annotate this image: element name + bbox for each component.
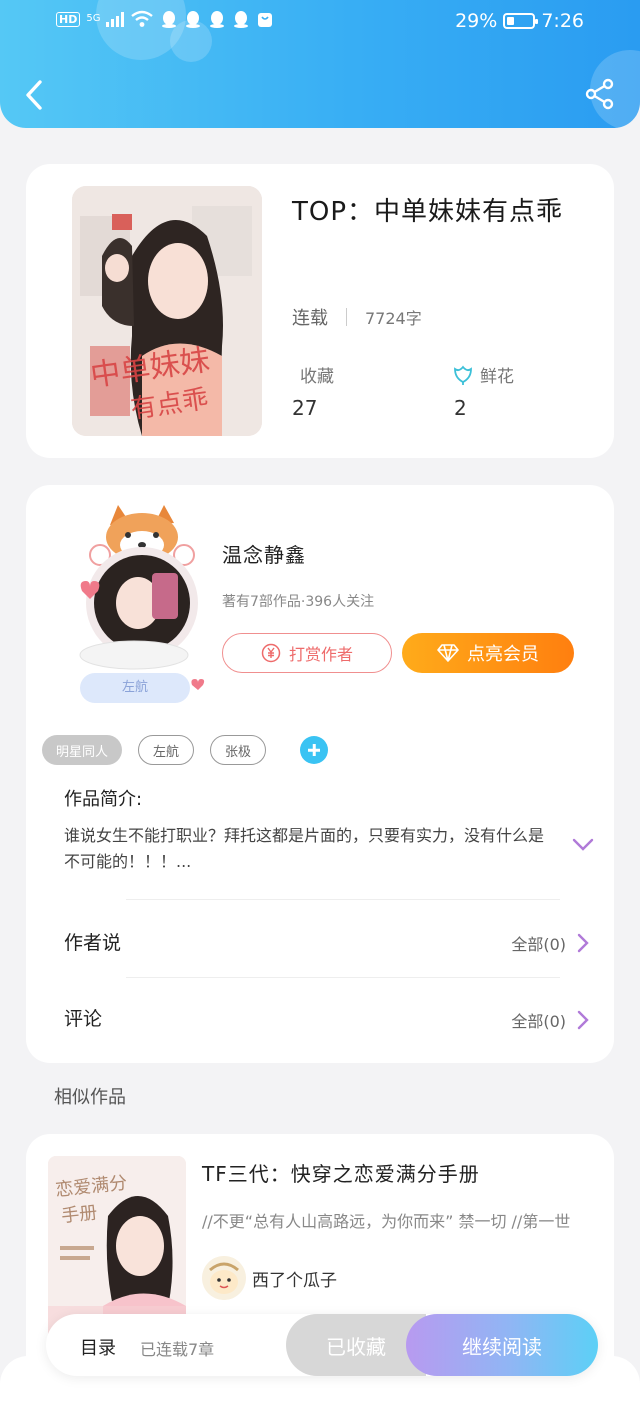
continue-reading-button[interactable]: 继续阅读 bbox=[406, 1314, 598, 1376]
battery-icon bbox=[503, 13, 539, 29]
similar-author-name: 西了个瓜子 bbox=[252, 1270, 337, 1291]
qq-icon bbox=[162, 11, 177, 28]
tip-author-label: 打赏作者 bbox=[288, 645, 353, 664]
qq-icon bbox=[186, 11, 201, 28]
toc-button[interactable]: 目录 bbox=[80, 1334, 116, 1360]
author-says-all[interactable]: 全部(0) bbox=[511, 931, 590, 955]
book-title: TOP：中单妹妹有点乖 bbox=[292, 197, 564, 227]
similar-description: //不更“总有人山高路远，为你而来” 禁一切 //第一世 bbox=[202, 1212, 571, 1231]
chapter-count: 已连载7章 bbox=[140, 1340, 215, 1359]
author-says-label: 作者说 bbox=[64, 932, 122, 954]
svg-text:手册: 手册 bbox=[60, 1202, 98, 1227]
flowers-label: 鲜花 bbox=[480, 367, 514, 387]
clock: 7:26 bbox=[541, 10, 584, 32]
similar-works-heading: 相似作品 bbox=[54, 1087, 126, 1108]
share-button[interactable] bbox=[584, 78, 616, 110]
back-button[interactable] bbox=[22, 78, 48, 112]
avatar-badge-name: 左航 bbox=[121, 680, 148, 695]
qq-icon bbox=[234, 11, 249, 28]
author-says-count: 全部(0) bbox=[511, 935, 566, 954]
book-info-card: 中单妹妹 有点乖 TOP：中单妹妹有点乖 连载 7724字 收藏 27 鲜花 2 bbox=[26, 164, 614, 458]
word-count: 7724字 bbox=[365, 309, 422, 328]
similar-title: TF三代：快穿之恋爱满分手册 bbox=[202, 1162, 480, 1186]
qq-icon bbox=[210, 11, 225, 28]
chevron-right-icon bbox=[577, 933, 589, 953]
book-meta: 连载 7724字 bbox=[292, 304, 422, 330]
wifi-icon bbox=[131, 10, 154, 27]
vip-label: 点亮会员 bbox=[467, 644, 539, 665]
add-tag-button[interactable] bbox=[300, 736, 329, 764]
book-cover[interactable]: 中单妹妹 有点乖 bbox=[72, 186, 262, 436]
author-name[interactable]: 温念静鑫 bbox=[222, 539, 306, 568]
divider bbox=[126, 899, 560, 900]
chevron-right-icon bbox=[577, 1010, 589, 1030]
diamond-icon bbox=[437, 644, 459, 662]
hd-indicator: HD bbox=[56, 11, 81, 27]
top-header: HD 5G 29% 7:26 bbox=[0, 0, 640, 128]
comments-count: 全部(0) bbox=[511, 1012, 566, 1031]
tag-item[interactable]: 左航 bbox=[138, 735, 195, 765]
author-card: 左航 温念静鑫 著有7部作品·396人关注 打赏作者 点亮会员 明星同人 左航 … bbox=[26, 485, 614, 1063]
tag-item[interactable]: 张极 bbox=[210, 735, 267, 765]
yuan-coin-icon bbox=[261, 643, 281, 663]
favorited-button[interactable]: 已收藏 bbox=[286, 1314, 426, 1376]
expand-chevron-icon[interactable] bbox=[571, 837, 595, 853]
similar-author-avatar bbox=[202, 1256, 246, 1300]
network-label: 5G bbox=[86, 13, 101, 24]
serial-status: 连载 bbox=[292, 308, 328, 329]
tip-author-button[interactable]: 打赏作者 bbox=[222, 633, 392, 673]
bottom-action-bar: 目录 已连载7章 已收藏 继续阅读 bbox=[46, 1314, 598, 1376]
favorites-count: 27 bbox=[292, 396, 318, 420]
tag-list: 明星同人 左航 张极 bbox=[42, 735, 329, 765]
flower-icon bbox=[454, 365, 472, 385]
comments-label: 评论 bbox=[64, 1008, 103, 1030]
battery-percent: 29% bbox=[455, 10, 498, 32]
cover-illustration: 中单妹妹 有点乖 bbox=[72, 186, 262, 436]
favorites-label: 收藏 bbox=[300, 367, 334, 387]
status-bar: HD 5G 29% 7:26 bbox=[56, 8, 584, 36]
intro-label: 作品简介: bbox=[64, 789, 143, 810]
flowers-stat[interactable]: 鲜花 bbox=[452, 362, 514, 387]
vip-button[interactable]: 点亮会员 bbox=[402, 633, 574, 673]
intro-text: 谁说女生不能打职业？拜托这都是片面的，只要有实力，没有什么是不可能的！！！... bbox=[64, 826, 545, 871]
bag-icon bbox=[258, 13, 273, 27]
signal-icon bbox=[106, 11, 125, 27]
similar-author[interactable]: 西了个瓜子 bbox=[202, 1256, 337, 1300]
author-avatar[interactable]: 左航 bbox=[52, 495, 212, 710]
flowers-count: 2 bbox=[454, 396, 467, 420]
divider bbox=[126, 977, 560, 978]
tag-item[interactable]: 明星同人 bbox=[42, 735, 123, 765]
author-info: 著有7部作品·396人关注 bbox=[222, 594, 375, 610]
comments-all[interactable]: 全部(0) bbox=[511, 1008, 590, 1032]
meta-divider bbox=[346, 308, 347, 326]
